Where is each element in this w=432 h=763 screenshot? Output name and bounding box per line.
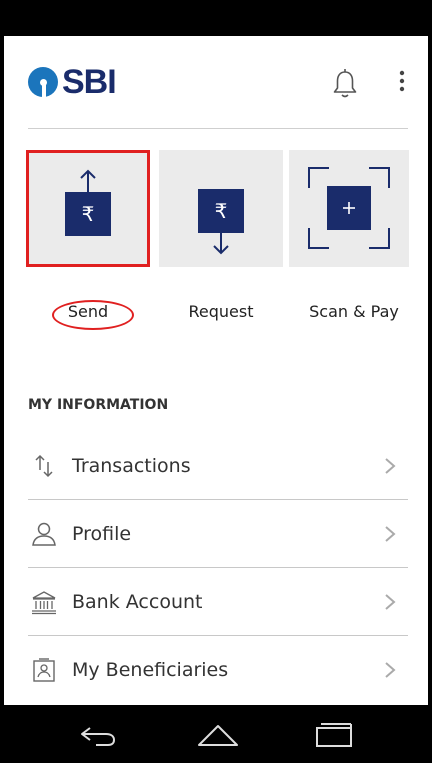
- chevron-right-icon: [385, 593, 396, 610]
- list-item-transactions[interactable]: Transactions: [28, 432, 408, 500]
- header-divider: [28, 128, 408, 129]
- send-button[interactable]: ₹: [26, 150, 150, 267]
- beneficiaries-label: My Beneficiaries: [72, 659, 229, 681]
- back-icon[interactable]: [76, 719, 122, 749]
- transactions-label: Transactions: [72, 454, 191, 477]
- sbi-logo-mark-icon: [28, 67, 58, 99]
- android-nav-bar: [0, 705, 432, 763]
- home-icon[interactable]: [195, 719, 241, 749]
- list-item-bank-account[interactable]: Bank Account: [28, 568, 408, 636]
- request-label: Request: [188, 302, 254, 321]
- app-screen: SBI ₹ ₹ Send Request Scan & Pay MY INFOR…: [4, 36, 428, 705]
- device-frame: SBI ₹ ₹ Send Request Scan & Pay MY INFOR…: [0, 0, 432, 763]
- list-item-profile[interactable]: Profile: [28, 500, 408, 568]
- info-list: Transactions Profile Bank Account My Ben…: [28, 432, 408, 704]
- more-vert-icon[interactable]: [394, 66, 410, 96]
- request-rupee-icon: ₹: [198, 189, 244, 255]
- user-icon: [32, 522, 56, 546]
- send-rupee-icon: ₹: [65, 169, 111, 236]
- bell-icon[interactable]: [331, 66, 359, 102]
- scan-pay-button[interactable]: [289, 150, 409, 267]
- scan-qr-icon: [308, 167, 390, 249]
- app-header: SBI: [4, 36, 428, 128]
- section-heading: MY INFORMATION: [28, 397, 169, 413]
- chevron-right-icon: [385, 457, 396, 474]
- svg-text:₹: ₹: [215, 199, 228, 223]
- contact-card-icon: [33, 658, 55, 682]
- transactions-arrows-icon: [35, 454, 53, 477]
- profile-label: Profile: [72, 522, 132, 545]
- chevron-right-icon: [385, 662, 396, 678]
- send-label: Send: [67, 302, 109, 321]
- recent-apps-icon[interactable]: [311, 719, 357, 749]
- svg-text:₹: ₹: [82, 202, 95, 226]
- request-button[interactable]: ₹: [159, 150, 283, 267]
- scan-pay-label: Scan & Pay: [309, 302, 399, 321]
- chevron-right-icon: [385, 525, 396, 542]
- sbi-logo: SBI: [28, 63, 117, 101]
- bank-icon: [32, 590, 56, 614]
- brand-name: SBI: [62, 63, 117, 101]
- list-item-beneficiaries[interactable]: My Beneficiaries: [28, 636, 408, 704]
- bank-account-label: Bank Account: [72, 590, 203, 613]
